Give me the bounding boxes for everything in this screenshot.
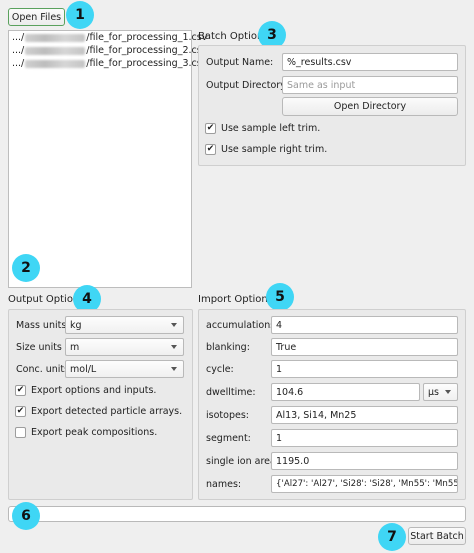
left-trim-checkbox[interactable]: ✔ Use sample left trim. xyxy=(205,123,320,134)
badge-1: 1 xyxy=(66,1,94,29)
file-list-item[interactable]: .../ /file_for_processing_1.csv xyxy=(12,32,207,43)
isotopes-label: isotopes: xyxy=(206,410,249,421)
file-list-item[interactable]: .../ /file_for_processing_3.csv xyxy=(12,58,207,69)
size-units-value: m xyxy=(70,341,80,353)
chevron-down-icon xyxy=(171,367,177,371)
redacted-path xyxy=(25,59,86,68)
blanking-label: blanking: xyxy=(206,342,250,353)
file-name: /file_for_processing_1.csv xyxy=(86,32,208,43)
chevron-down-icon xyxy=(445,390,451,394)
chevron-down-icon xyxy=(171,323,177,327)
start-batch-button[interactable]: Start Batch xyxy=(408,527,466,545)
export-options-label: Export options and inputs. xyxy=(31,385,157,396)
accumulations-input[interactable]: 4 xyxy=(271,316,458,334)
accumulations-label: accumulations: xyxy=(206,320,279,331)
conc-units-select[interactable]: mol/L xyxy=(65,360,184,378)
names-input[interactable]: {'Al27': 'Al27', 'Si28': 'Si28', 'Mn55':… xyxy=(271,475,458,493)
cycle-input[interactable]: 1 xyxy=(271,360,458,378)
file-list-item[interactable]: .../ /file_for_processing_2.csv xyxy=(12,45,207,56)
redacted-path xyxy=(25,33,86,42)
checkbox-box[interactable] xyxy=(15,427,26,438)
mass-units-select[interactable]: kg xyxy=(65,316,184,334)
redacted-path xyxy=(25,46,86,55)
export-peaks-checkbox[interactable]: Export peak compositions. xyxy=(15,427,157,438)
dwelltime-input[interactable]: 104.6 xyxy=(271,383,420,401)
cycle-label: cycle: xyxy=(206,364,234,375)
badge-6: 6 xyxy=(12,502,40,530)
checkbox-box[interactable]: ✔ xyxy=(205,123,216,134)
segment-input[interactable]: 1 xyxy=(271,429,458,447)
output-directory-label: Output Directory: xyxy=(206,80,289,91)
isotopes-input[interactable]: Al13, Si14, Mn25 xyxy=(271,406,458,424)
file-path-prefix: .../ xyxy=(12,32,25,43)
progress-bar xyxy=(8,506,466,522)
dwelltime-unit-select[interactable]: µs xyxy=(423,383,458,401)
blanking-input[interactable]: True xyxy=(271,338,458,356)
import-options-title: Import Options xyxy=(198,294,273,305)
size-units-select[interactable]: m xyxy=(65,338,184,356)
output-name-input[interactable]: %_results.csv xyxy=(282,53,458,71)
mass-units-value: kg xyxy=(70,319,82,331)
export-options-checkbox[interactable]: ✔ Export options and inputs. xyxy=(15,385,156,396)
left-trim-label: Use sample left trim. xyxy=(221,123,321,134)
right-trim-checkbox[interactable]: ✔ Use sample right trim. xyxy=(205,144,327,155)
badge-7: 7 xyxy=(378,523,406,551)
file-path-prefix: .../ xyxy=(12,58,25,69)
badge-5: 5 xyxy=(266,283,294,311)
file-path-prefix: .../ xyxy=(12,45,25,56)
export-arrays-checkbox[interactable]: ✔ Export detected particle arrays. xyxy=(15,406,182,417)
mass-units-label: Mass units xyxy=(16,320,67,331)
names-label: names: xyxy=(206,479,242,490)
segment-label: segment: xyxy=(206,433,251,444)
file-name: /file_for_processing_3.csv xyxy=(86,58,208,69)
checkbox-box[interactable]: ✔ xyxy=(205,144,216,155)
export-arrays-label: Export detected particle arrays. xyxy=(31,406,183,417)
checkbox-box[interactable]: ✔ xyxy=(15,385,26,396)
conc-units-value: mol/L xyxy=(70,363,97,375)
badge-2: 2 xyxy=(12,254,40,282)
export-peaks-label: Export peak compositions. xyxy=(31,427,158,438)
size-units-label: Size units xyxy=(16,342,62,353)
conc-units-label: Conc. units xyxy=(16,364,70,375)
file-name: /file_for_processing_2.csv xyxy=(86,45,208,56)
single-ion-area-label: single ion area: xyxy=(206,456,280,467)
checkbox-box[interactable]: ✔ xyxy=(15,406,26,417)
right-trim-label: Use sample right trim. xyxy=(221,144,328,155)
chevron-down-icon xyxy=(171,345,177,349)
single-ion-area-input[interactable]: 1195.0 xyxy=(271,452,458,470)
output-name-label: Output Name: xyxy=(206,57,274,68)
dwelltime-label: dwelltime: xyxy=(206,387,256,398)
file-list[interactable]: .../ /file_for_processing_1.csv .../ /file… xyxy=(8,30,207,288)
open-directory-button[interactable]: Open Directory xyxy=(282,97,458,116)
dwelltime-unit-value: µs xyxy=(428,386,439,398)
open-files-button[interactable]: Open Files xyxy=(8,8,65,26)
output-directory-input[interactable]: Same as input xyxy=(282,76,458,94)
